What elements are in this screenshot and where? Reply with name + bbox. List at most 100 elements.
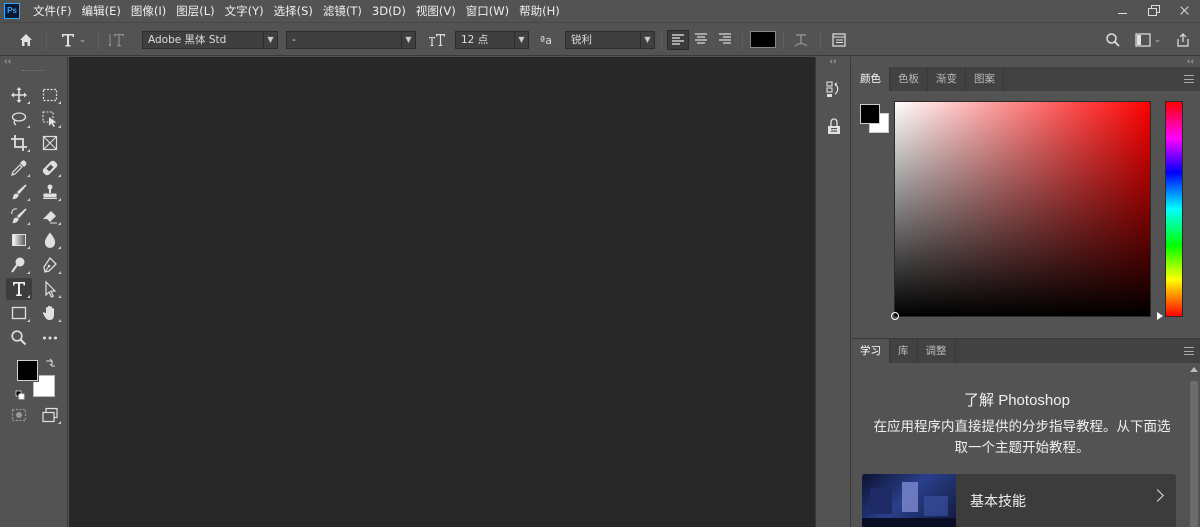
tab-gradients[interactable]: 渐变	[928, 67, 966, 91]
edit-toolbar-button[interactable]	[37, 327, 63, 349]
foreground-color-swatch[interactable]	[16, 359, 39, 382]
tab-learn[interactable]: 学习	[852, 339, 890, 363]
gradient-icon	[12, 234, 26, 246]
history-panel-button[interactable]	[822, 77, 846, 101]
eraser-tool[interactable]	[37, 205, 63, 227]
align-right-button[interactable]	[715, 30, 737, 50]
history-brush-tool[interactable]	[6, 205, 32, 227]
quick-mask-button[interactable]	[6, 404, 32, 426]
tab-patterns[interactable]: 图案	[966, 67, 1004, 91]
panel-foreground-swatch[interactable]	[860, 104, 880, 124]
brush-tool[interactable]	[6, 181, 32, 203]
minimize-button[interactable]	[1107, 0, 1138, 20]
color-field[interactable]	[891, 101, 1151, 320]
tab-color[interactable]: 颜色	[852, 67, 890, 91]
path-selection-tool[interactable]	[37, 278, 63, 300]
tutorial-card[interactable]: 基本技能	[862, 474, 1176, 527]
frame-icon	[42, 135, 58, 151]
character-panel-button[interactable]	[827, 29, 851, 51]
close-button[interactable]	[1169, 0, 1200, 20]
document-canvas-area[interactable]	[69, 57, 815, 527]
search-button[interactable]	[1102, 29, 1124, 51]
menu-image[interactable]: 图像(I)	[126, 0, 171, 22]
menu-edit[interactable]: 编辑(E)	[77, 0, 126, 22]
font-size-field[interactable]: 12 点 ▼	[455, 31, 529, 49]
frame-tool[interactable]	[37, 132, 63, 154]
dodge-tool[interactable]	[6, 254, 32, 276]
text-color-swatch[interactable]	[750, 31, 776, 48]
font-size-icon	[429, 34, 445, 46]
antialias-select[interactable]: 锐利 ▼	[565, 31, 655, 49]
tab-swatches[interactable]: 色板	[890, 67, 928, 91]
search-icon	[1106, 33, 1120, 47]
menu-filter[interactable]: 滤镜(T)	[318, 0, 367, 22]
scroll-thumb[interactable]	[1190, 381, 1198, 527]
color-panel-tabs: 颜色 色板 渐变 图案	[852, 67, 1200, 91]
gradient-tool[interactable]	[6, 229, 32, 251]
menu-3d[interactable]: 3D(D)	[367, 0, 411, 22]
panel-menu-icon[interactable]	[1184, 75, 1194, 83]
chevron-right-icon	[1151, 489, 1164, 502]
hand-icon	[42, 305, 54, 320]
share-icon	[1177, 33, 1189, 47]
menu-view[interactable]: 视图(V)	[411, 0, 461, 22]
workspace-switcher[interactable]: ⌄	[1130, 29, 1166, 51]
font-family-select[interactable]: Adobe 黑体 Std ▼	[142, 31, 278, 49]
scroll-up-icon[interactable]	[1190, 367, 1198, 372]
screen-mode-button[interactable]	[37, 404, 63, 426]
menu-type[interactable]: 文字(Y)	[220, 0, 269, 22]
collapse-toolbar-button[interactable]: ‹‹	[4, 57, 11, 67]
hue-slider[interactable]	[1157, 101, 1183, 320]
menu-file[interactable]: 文件(F)	[28, 0, 77, 22]
default-colors-icon[interactable]	[15, 390, 25, 400]
blur-tool[interactable]	[37, 229, 63, 251]
hand-tool[interactable]	[37, 302, 63, 324]
align-center-button[interactable]	[691, 30, 713, 50]
move-tool[interactable]	[6, 84, 32, 106]
warp-text-button[interactable]	[789, 29, 813, 51]
toolbar-grip[interactable]	[22, 70, 44, 72]
workspace-icon	[1135, 33, 1151, 47]
collapse-dock-button[interactable]: ‹‹	[816, 57, 850, 67]
chevron-down-icon: ▼	[263, 32, 277, 48]
learn-panel: 学习 库 调整 了解 Photoshop 在应用程序内直接提供的分步指导教程。从…	[852, 338, 1200, 527]
menu-layer[interactable]: 图层(L)	[171, 0, 219, 22]
rectangular-marquee-tool[interactable]	[37, 84, 63, 106]
panel-menu-icon[interactable]	[1184, 347, 1194, 355]
font-style-select[interactable]: - ▼	[286, 31, 416, 49]
hue-slider-handle[interactable]	[1157, 312, 1163, 320]
photoshop-window: Ps 文件(F) 编辑(E) 图像(I) 图层(L) 文字(Y) 选择(S) 滤…	[0, 0, 1200, 527]
restore-button[interactable]	[1138, 0, 1169, 20]
horizontal-type-tool[interactable]	[6, 278, 32, 300]
share-button[interactable]	[1172, 29, 1194, 51]
lasso-tool[interactable]	[6, 108, 32, 130]
menu-select[interactable]: 选择(S)	[269, 0, 318, 22]
properties-panel-button[interactable]	[822, 115, 846, 139]
tab-adjustments[interactable]: 调整	[918, 339, 956, 363]
panel-dock: ‹‹	[815, 57, 851, 527]
align-left-button[interactable]	[667, 30, 689, 50]
spot-healing-brush-tool[interactable]	[37, 157, 63, 179]
home-button[interactable]	[14, 29, 38, 51]
screen-mode-icon	[42, 407, 58, 423]
warp-text-icon	[794, 34, 808, 47]
tools-panel: ‹‹	[0, 57, 68, 527]
history-brush-icon	[11, 208, 27, 224]
tab-libraries[interactable]: 库	[890, 339, 918, 363]
pen-tool[interactable]	[37, 254, 63, 276]
collapse-panels-button[interactable]: ‹‹	[852, 57, 1200, 67]
eyedropper-tool[interactable]	[6, 157, 32, 179]
color-picker-marker[interactable]	[891, 312, 899, 320]
crop-tool[interactable]	[6, 132, 32, 154]
clone-stamp-tool[interactable]	[37, 181, 63, 203]
menu-window[interactable]: 窗口(W)	[461, 0, 514, 22]
zoom-tool[interactable]	[6, 327, 32, 349]
menu-help[interactable]: 帮助(H)	[514, 0, 565, 22]
rectangle-tool[interactable]	[6, 302, 32, 324]
tool-preset-picker[interactable]: ⌄	[54, 29, 92, 51]
object-select-icon	[42, 111, 57, 127]
swap-colors-icon[interactable]	[45, 358, 55, 368]
object-selection-tool[interactable]	[37, 108, 63, 130]
learn-scrollbar[interactable]	[1188, 363, 1200, 527]
toggle-text-orientation-button[interactable]	[106, 29, 128, 51]
